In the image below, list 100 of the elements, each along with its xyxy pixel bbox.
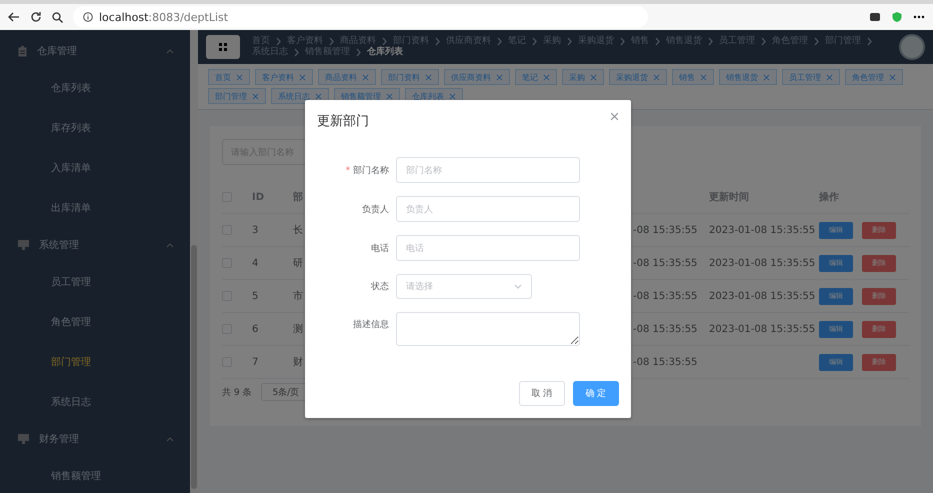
close-icon[interactable] — [362, 74, 369, 80]
table-cell-text: 研 — [293, 257, 304, 270]
chevron-right-icon — [328, 37, 335, 46]
close-icon[interactable] — [889, 74, 896, 80]
menu-item[interactable]: 销售额管理 — [0, 456, 190, 493]
confirm-button[interactable]: 确 定 — [573, 381, 619, 406]
table-cell-text: 2023-01-08 15:35:55 — [709, 290, 816, 302]
input-field[interactable]: 电话 — [396, 235, 580, 261]
table-cell-text: 6 — [252, 324, 260, 334]
table-cell-text: 5 — [252, 290, 260, 302]
dialog-title: 更新部门 — [317, 113, 369, 130]
chevron-up-icon[interactable] — [166, 48, 174, 54]
tag[interactable]: 客户资料 — [255, 69, 313, 85]
search-icon[interactable] — [52, 12, 63, 22]
tag[interactable]: 角色管理 — [845, 69, 903, 85]
tag[interactable]: 商品资料 — [318, 69, 376, 85]
chevron-up-icon[interactable] — [166, 242, 174, 248]
field-label: 负责人 — [361, 204, 389, 216]
chevron-down-icon — [514, 284, 522, 289]
tag[interactable]: 系统日志 — [271, 88, 329, 104]
tag[interactable]: 供应商资料 — [444, 69, 510, 85]
scrollbar[interactable] — [190, 30, 198, 493]
input-field[interactable]: 部门名称 — [396, 157, 580, 183]
input-field[interactable]: 负责人 — [396, 196, 580, 222]
tag[interactable]: 笔记 — [515, 69, 557, 85]
menu-group[interactable]: 系统管理 — [0, 228, 190, 262]
close-icon[interactable] — [826, 74, 833, 80]
close-icon[interactable] — [449, 92, 456, 100]
table-cell-text: -08 15:35:55 — [633, 356, 698, 368]
menu-item[interactable]: 角色管理 — [0, 302, 190, 342]
shield-icon[interactable] — [891, 11, 903, 23]
address-bar[interactable]: localhost:8083/deptList — [73, 6, 648, 28]
clipboard-icon — [18, 46, 27, 56]
close-button[interactable] — [610, 112, 619, 121]
avatar — [899, 34, 925, 60]
chevron-up-icon[interactable] — [166, 436, 174, 442]
close-icon[interactable] — [763, 74, 770, 80]
chevron-right-icon — [813, 37, 820, 46]
chevron-right-icon — [355, 48, 362, 57]
close-icon[interactable] — [496, 74, 503, 80]
table-cell-text: 财 — [293, 356, 304, 369]
menu-item[interactable]: 入库清单 — [0, 148, 190, 188]
table-cell-text: -08 15:35:55 — [633, 258, 698, 268]
chevron-right-icon — [496, 37, 503, 46]
table-cell-text: -08 15:35:55 — [633, 290, 698, 302]
tag[interactable]: 员工管理 — [782, 69, 840, 85]
chevron-right-icon — [760, 37, 767, 46]
cancel-button[interactable]: 取 消 — [519, 381, 565, 406]
chevron-right-icon — [381, 37, 388, 46]
close-icon[interactable] — [315, 92, 322, 100]
table-cell-text: 3 — [252, 224, 260, 236]
info-icon — [83, 12, 93, 22]
reload-icon[interactable] — [30, 11, 42, 23]
menu-item[interactable]: 库存列表 — [0, 108, 190, 148]
tag[interactable]: 首页 — [208, 69, 250, 85]
close-icon[interactable] — [590, 74, 597, 80]
close-icon[interactable] — [653, 74, 660, 80]
table-cell-text: 2023-01-08 15:35:55 — [709, 224, 816, 236]
back-icon[interactable] — [8, 11, 20, 23]
tag[interactable]: 部门资料 — [381, 69, 439, 85]
table-cell-text: 测 — [293, 322, 304, 336]
url-host: localhost — [99, 10, 148, 24]
tag[interactable]: 采购退货 — [609, 69, 667, 85]
close-icon[interactable] — [252, 92, 259, 100]
close-icon[interactable] — [425, 74, 432, 80]
chevron-right-icon — [566, 37, 573, 46]
menu-group[interactable]: 仓库管理 — [0, 34, 190, 68]
more-icon[interactable] — [913, 15, 925, 19]
menu-item[interactable]: 部门管理 — [0, 342, 190, 382]
menu-item[interactable]: 系统日志 — [0, 382, 190, 422]
menu-item[interactable]: 出库清单 — [0, 188, 190, 228]
chevron-right-icon — [654, 37, 661, 46]
table-cell-text: 市 — [293, 290, 304, 303]
close-icon[interactable] — [299, 74, 306, 80]
chevron-right-icon — [866, 37, 873, 46]
close-icon[interactable] — [236, 74, 243, 80]
tag[interactable]: 采购 — [562, 69, 604, 85]
table-cell-text: 2023-01-08 15:35:55 — [709, 258, 816, 268]
toolbar-icon[interactable] — [869, 11, 881, 23]
chevron-right-icon — [434, 37, 441, 46]
chevron-right-icon — [707, 37, 714, 46]
monitor-icon — [18, 434, 29, 444]
table-cell-text: 4 — [252, 258, 260, 268]
menu-item[interactable]: 员工管理 — [0, 262, 190, 302]
select-field[interactable]: 请选择 — [396, 274, 532, 299]
table-cell-text: -08 15:35:55 — [633, 324, 698, 334]
tag[interactable]: 销售 — [672, 69, 714, 85]
chevron-right-icon — [619, 37, 626, 46]
close-icon[interactable] — [543, 74, 550, 80]
menu-group[interactable]: 财务管理 — [0, 422, 190, 456]
url-path: :8083/deptList — [148, 10, 228, 24]
close-icon[interactable] — [700, 74, 707, 80]
tag[interactable]: 部门管理 — [208, 88, 266, 104]
tag[interactable]: 销售退货 — [719, 69, 777, 85]
grid-icon — [219, 43, 227, 51]
close-icon[interactable] — [386, 92, 393, 100]
text-area[interactable] — [396, 312, 580, 346]
menu-item[interactable]: 仓库列表 — [0, 68, 190, 108]
monitor-icon — [18, 240, 29, 250]
menu-button[interactable] — [206, 35, 240, 59]
